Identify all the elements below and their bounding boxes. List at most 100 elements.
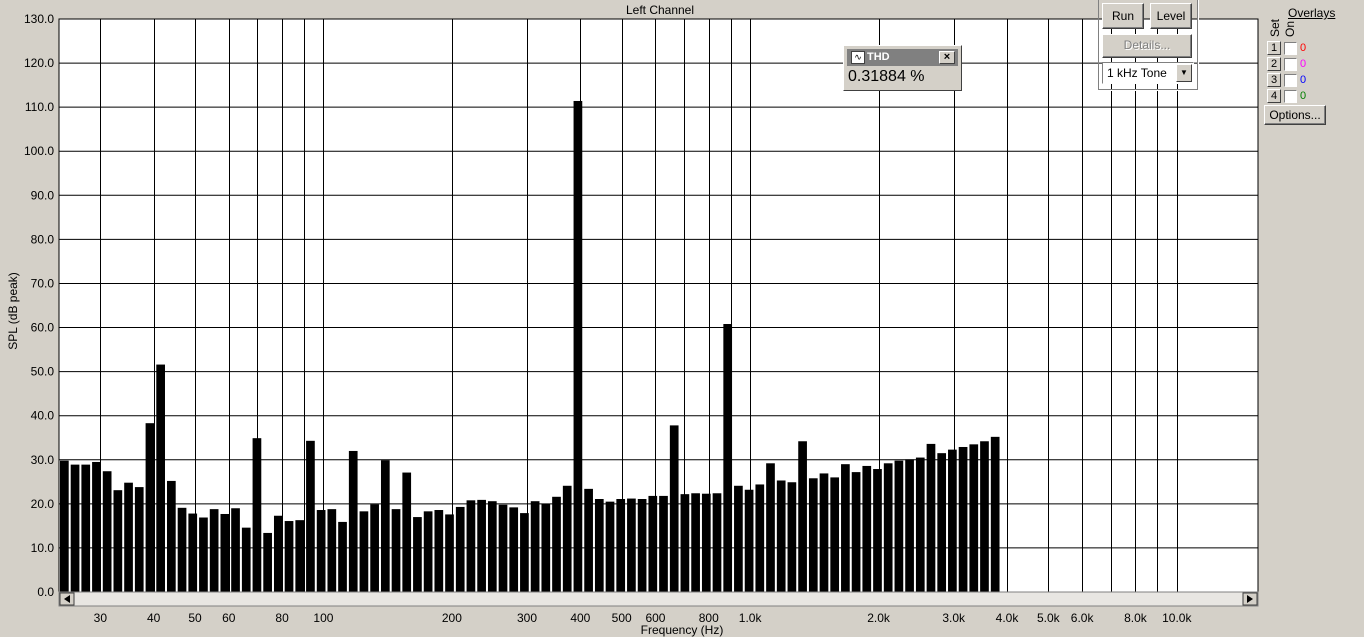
bar bbox=[455, 506, 465, 592]
overlays-title[interactable]: Overlays bbox=[1288, 6, 1335, 20]
overlay-count-2: 0 bbox=[1300, 58, 1307, 70]
horizontal-scrollbar[interactable] bbox=[58, 591, 1259, 607]
bar bbox=[905, 459, 914, 592]
bar bbox=[263, 532, 272, 592]
bar bbox=[873, 469, 882, 592]
bar bbox=[819, 473, 829, 592]
y-tick-label: 100.0 bbox=[24, 144, 54, 158]
bar bbox=[241, 527, 251, 592]
x-tick-label: 400 bbox=[570, 611, 590, 625]
bar bbox=[327, 509, 337, 592]
overlays-on-header: On bbox=[1283, 20, 1297, 37]
bar bbox=[808, 478, 818, 592]
bar bbox=[541, 503, 551, 592]
bar bbox=[851, 472, 861, 592]
bar bbox=[509, 507, 519, 592]
bar bbox=[199, 517, 208, 592]
bar bbox=[766, 463, 775, 592]
bar bbox=[637, 498, 647, 592]
bar bbox=[134, 487, 144, 592]
bar bbox=[594, 498, 604, 592]
y-tick-label: 80.0 bbox=[31, 232, 55, 246]
y-axis-label: SPL (dB peak) bbox=[6, 272, 20, 350]
overlay-set-button-1[interactable]: 1 bbox=[1267, 41, 1281, 55]
bar bbox=[744, 489, 754, 592]
overlay-set-button-2[interactable]: 2 bbox=[1267, 57, 1281, 71]
y-tick-label: 90.0 bbox=[31, 188, 55, 202]
bar bbox=[616, 498, 626, 592]
bar bbox=[862, 465, 872, 592]
bar bbox=[188, 513, 198, 592]
overlay-on-checkbox-1[interactable] bbox=[1284, 42, 1297, 55]
overlay-count-1: 0 bbox=[1300, 42, 1307, 54]
bar bbox=[306, 440, 315, 592]
bar bbox=[166, 480, 176, 592]
x-tick-label: 100 bbox=[313, 611, 333, 625]
chevron-down-icon[interactable]: ▼ bbox=[1176, 64, 1192, 82]
bar bbox=[841, 464, 850, 592]
overlay-on-checkbox-2[interactable] bbox=[1284, 58, 1297, 71]
x-tick-label: 200 bbox=[442, 611, 462, 625]
chart-title: Left Channel bbox=[626, 3, 694, 17]
bar bbox=[798, 441, 807, 592]
x-tick-label: 10.0k bbox=[1162, 611, 1192, 625]
bar bbox=[776, 480, 786, 592]
bar bbox=[391, 509, 401, 592]
bar bbox=[284, 521, 294, 592]
bar bbox=[520, 513, 529, 592]
bar bbox=[359, 511, 369, 592]
bar bbox=[434, 510, 444, 592]
thd-titlebar[interactable]: ∿ THD × bbox=[847, 49, 958, 66]
signal-select[interactable]: 1 kHz Tone ▼ bbox=[1102, 62, 1194, 84]
bar bbox=[648, 495, 658, 592]
overlay-on-checkbox-3[interactable] bbox=[1284, 74, 1297, 87]
thd-window[interactable]: ∿ THD × 0.31884 % bbox=[843, 45, 962, 91]
bar bbox=[102, 471, 112, 592]
run-button[interactable]: Run bbox=[1102, 3, 1144, 29]
bar bbox=[487, 501, 497, 592]
x-tick-label: 50 bbox=[188, 611, 202, 625]
x-tick-label: 1.0k bbox=[739, 611, 763, 625]
x-tick-label: 60 bbox=[222, 611, 236, 625]
bar bbox=[958, 446, 968, 592]
overlay-count-4: 0 bbox=[1300, 90, 1307, 102]
bar bbox=[252, 438, 262, 592]
x-tick-label: 5.0k bbox=[1037, 611, 1061, 625]
y-axis-ticks: 0.0 10.0 20.0 30.0 40.0 50.0 60.0 70.0 80.0 90.0 1… bbox=[24, 12, 54, 599]
bar bbox=[177, 507, 187, 592]
bar bbox=[691, 493, 700, 592]
bar bbox=[423, 511, 433, 592]
bar bbox=[445, 514, 454, 592]
bar bbox=[156, 364, 165, 592]
overlays-set-header: Set bbox=[1268, 18, 1282, 37]
bar bbox=[370, 504, 379, 592]
thd-title-text: THD bbox=[867, 51, 890, 63]
overlay-set-button-4[interactable]: 4 bbox=[1267, 89, 1281, 103]
close-icon[interactable]: × bbox=[939, 51, 955, 64]
bar bbox=[498, 504, 508, 592]
bar bbox=[348, 450, 358, 592]
bar bbox=[92, 461, 101, 592]
y-tick-label: 120.0 bbox=[24, 56, 54, 70]
bar bbox=[659, 495, 668, 592]
details-button[interactable]: Details... bbox=[1102, 34, 1192, 58]
level-button[interactable]: Level bbox=[1150, 3, 1192, 29]
bar bbox=[413, 517, 422, 592]
y-tick-label: 60.0 bbox=[31, 321, 55, 335]
x-tick-label: 300 bbox=[517, 611, 537, 625]
scrollbar-track[interactable] bbox=[58, 591, 1259, 607]
bar bbox=[723, 324, 733, 592]
bar bbox=[894, 460, 904, 592]
bar bbox=[680, 494, 690, 592]
bar bbox=[145, 423, 155, 592]
bar bbox=[220, 513, 230, 592]
y-tick-label: 0.0 bbox=[37, 585, 54, 599]
bar bbox=[701, 493, 711, 592]
signal-select-value: 1 kHz Tone bbox=[1107, 66, 1167, 80]
bar bbox=[915, 457, 925, 592]
overlay-set-button-3[interactable]: 3 bbox=[1267, 73, 1281, 87]
overlay-on-checkbox-4[interactable] bbox=[1284, 90, 1297, 103]
y-tick-label: 30.0 bbox=[31, 453, 55, 467]
bar bbox=[883, 463, 893, 592]
options-button[interactable]: Options... bbox=[1264, 105, 1326, 125]
